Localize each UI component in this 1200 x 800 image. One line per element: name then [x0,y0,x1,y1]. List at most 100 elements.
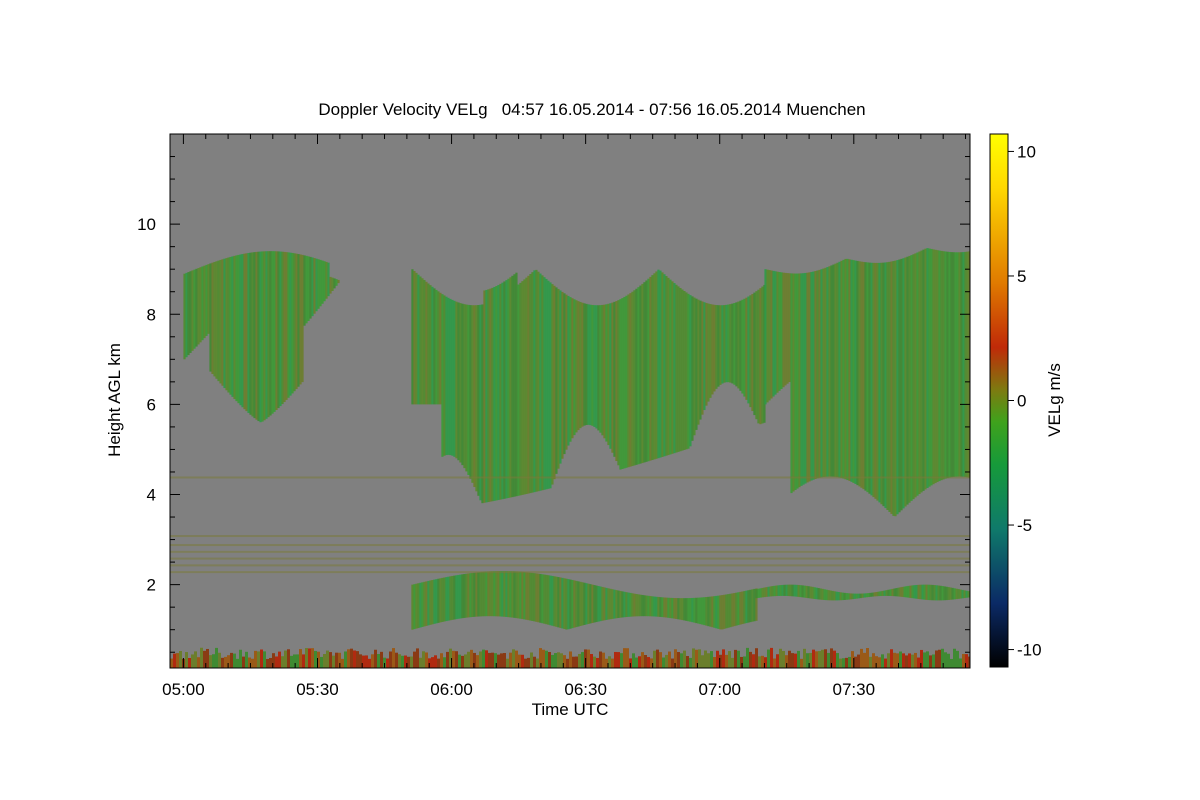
velocity-streak [864,262,867,491]
velocity-streak [932,249,935,485]
boundary-layer-cell [239,649,242,668]
boundary-layer-cell [434,655,437,668]
velocity-streak [788,273,791,383]
boundary-layer-cell [380,651,383,668]
colorbar: 10 5 0 -5 -10 VELg m/s [989,133,1064,668]
velocity-streak [796,273,799,489]
velocity-streak [901,586,904,597]
velocity-streak [873,592,876,597]
velocity-streak [954,252,957,477]
velocity-streak [816,270,819,479]
boundary-layer-cell [260,649,263,668]
range-gate-noise-line [170,557,970,560]
boundary-layer-cell [866,647,869,668]
boundary-layer-cell [344,651,347,668]
velocity-streak [511,571,514,618]
velocity-streak [471,572,474,617]
velocity-streak [493,571,496,617]
velocity-streak [766,269,769,403]
boundary-layer-cell [320,656,323,668]
velocity-streak [905,586,908,598]
velocity-streak [637,287,640,465]
velocity-streak [469,573,472,618]
velocity-streak [435,289,438,405]
velocity-streak [757,588,760,598]
velocity-streak [471,305,474,483]
velocity-streak [465,573,468,618]
boundary-layer-cell [476,655,479,668]
velocity-streak [755,291,758,420]
velocity-streak [860,261,863,488]
velocity-streak [775,585,778,597]
boundary-layer-cell [356,651,359,668]
velocity-streak [791,584,794,597]
boundary-layer-cell [899,651,902,668]
boundary-layer-cell [671,658,674,668]
velocity-streak [467,573,470,618]
velocity-streak [233,255,236,400]
boundary-layer-cell [596,657,599,668]
velocity-streak [527,572,530,621]
velocity-streak [245,253,248,412]
x-tick-label: 07:00 [698,680,741,699]
velocity-streak [287,252,290,398]
boundary-layer-cell [767,649,770,668]
velocity-streak [753,588,756,622]
velocity-streak [721,595,724,630]
velocity-streak [963,590,966,599]
velocity-streak [479,572,482,617]
boundary-layer-cell [944,652,947,668]
velocity-streak [433,288,436,405]
boundary-layer-cell [827,652,830,668]
velocity-streak [639,594,642,617]
x-tick-label: 05:30 [296,680,339,699]
velocity-streak [263,251,266,421]
velocity-streak [836,262,839,478]
velocity-streak [683,598,686,621]
boundary-layer-cell [845,657,848,668]
velocity-streak [427,580,430,626]
velocity-streak [679,598,682,620]
velocity-streak [701,301,704,415]
boundary-layer-cell [884,658,887,668]
velocity-streak [930,248,933,486]
velocity-streak [631,291,634,467]
velocity-streak [591,584,594,623]
range-gate-noise-line [170,564,970,567]
velocity-streak [683,291,686,450]
velocity-streak [271,251,274,414]
velocity-streak [419,276,422,405]
velocity-streak [325,261,328,299]
velocity-streak [777,585,780,596]
velocity-streak [681,598,684,621]
velocity-streak [255,251,258,420]
velocity-streak [763,587,766,598]
x-tick-label: 06:00 [430,680,473,699]
velocity-streak [918,251,921,495]
velocity-streak [689,598,692,622]
velocity-streak [611,589,614,619]
boundary-layer-cell [542,649,545,668]
velocity-streak [423,581,426,627]
boundary-layer-cell [638,656,641,668]
chart-title: Doppler Velocity VELg 04:57 16.05.2014 -… [318,100,865,119]
velocity-streak [813,587,816,599]
velocity-streak [495,571,498,617]
velocity-streak [239,254,242,406]
range-gate-noise-line [170,535,970,538]
boundary-layer-cell [614,651,617,668]
velocity-streak [693,597,696,623]
velocity-streak [587,583,590,624]
velocity-streak [289,252,292,396]
velocity-streak [747,590,750,623]
velocity-streak [283,251,286,403]
boundary-layer-cell [251,658,254,668]
velocity-streak [625,592,628,618]
velocity-streak [585,303,588,426]
velocity-streak [337,279,340,284]
velocity-streak [733,303,736,385]
boundary-layer-cell [374,649,377,668]
velocity-streak [621,298,624,469]
velocity-streak [479,304,482,501]
boundary-layer-cell [308,648,311,668]
